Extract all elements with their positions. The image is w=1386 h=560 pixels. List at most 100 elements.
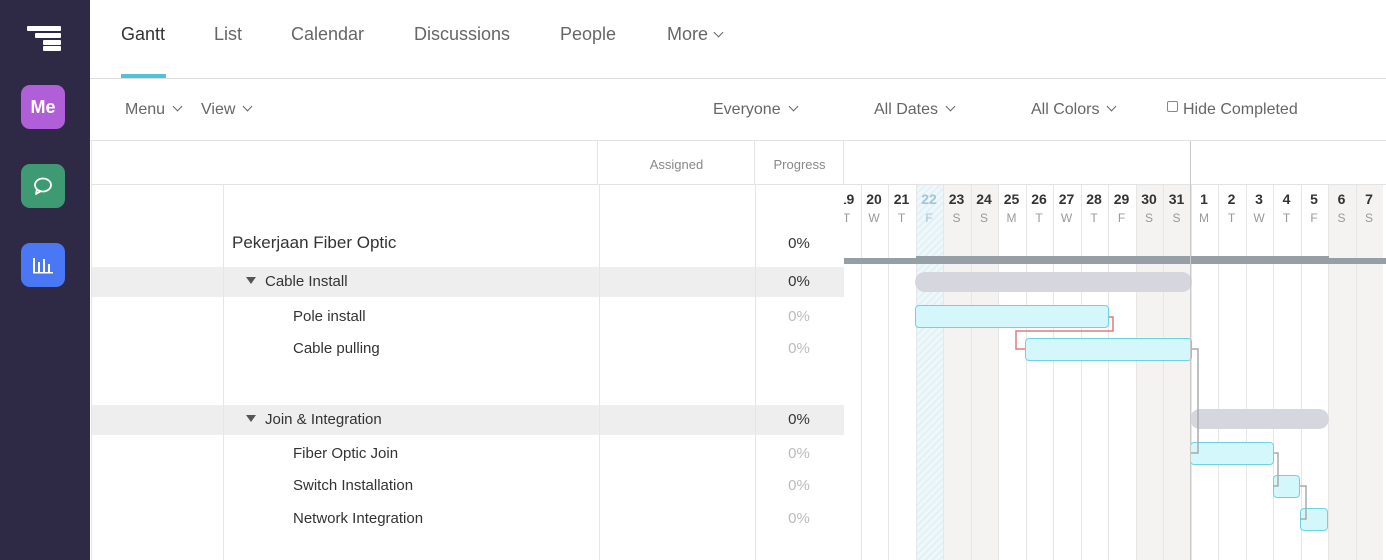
discussions-button[interactable] [21, 164, 65, 208]
group-progress: 0% [788, 411, 810, 428]
task-progress[interactable]: 0% [756, 477, 842, 494]
collapse-triangle-icon[interactable] [246, 277, 256, 284]
day-letter: T [844, 211, 851, 225]
day-number: 3 [1255, 191, 1263, 207]
tab-list[interactable]: List [214, 24, 242, 45]
column-divider [223, 185, 224, 560]
tab-calendar[interactable]: Calendar [291, 24, 364, 45]
tab-people[interactable]: People [560, 24, 616, 45]
day-letter: W [1253, 211, 1265, 225]
tab-gantt[interactable]: Gantt [121, 24, 165, 45]
day-letter: M [1006, 211, 1017, 225]
day-letter: F [1310, 211, 1318, 225]
view-tabs: Gantt List Calendar Discussions People M… [90, 0, 1386, 79]
tab-more-label: More [667, 24, 709, 44]
day-number: 6 [1337, 191, 1346, 207]
group-name: Join & Integration [265, 411, 382, 428]
day-number: 5 [1310, 191, 1318, 207]
day-letter: F [925, 211, 933, 225]
colors-filter[interactable]: All Colors [1031, 101, 1117, 119]
day-number: 20 [866, 191, 882, 207]
menu-dropdown[interactable]: Menu [125, 101, 183, 119]
tab-more[interactable]: More [667, 24, 724, 45]
group-progress: 0% [788, 273, 810, 290]
view-dropdown[interactable]: View [201, 101, 253, 119]
reports-button[interactable] [21, 243, 65, 287]
day-letter: T [1035, 211, 1043, 225]
dates-filter[interactable]: All Dates [874, 101, 956, 119]
column-divider [597, 141, 598, 185]
task-name[interactable]: Fiber Optic Join [293, 445, 398, 462]
task-progress[interactable]: 0% [756, 445, 842, 462]
menu-label: Menu [125, 101, 166, 118]
day-letter: F [1117, 211, 1126, 225]
progress-column-header[interactable]: Progress [755, 157, 844, 172]
day-letter: S [979, 211, 988, 225]
day-letter: S [1364, 211, 1373, 225]
day-number: 25 [1003, 191, 1020, 207]
day-letter: T [1282, 211, 1291, 225]
task-name[interactable]: Pole install [293, 308, 366, 325]
day-letter: S [952, 211, 961, 225]
hide-completed-checkbox[interactable] [1167, 101, 1178, 112]
hide-completed-label: Hide Completed [1183, 101, 1298, 118]
day-letter: W [1060, 211, 1073, 225]
grid-header: Assigned Progress [92, 141, 844, 185]
teamgantt-logo-icon[interactable] [27, 26, 61, 52]
column-divider [599, 185, 600, 560]
day-letter: W [868, 211, 880, 225]
task-name[interactable]: Network Integration [293, 510, 423, 527]
project-name[interactable]: Pekerjaan Fiber Optic [232, 233, 396, 253]
colors-label: All Colors [1031, 101, 1100, 118]
day-number: 27 [1058, 191, 1075, 207]
dates-label: All Dates [874, 101, 939, 118]
day-letter: M [1199, 211, 1209, 225]
day-letter: S [1172, 211, 1181, 225]
day-number: 2 [1227, 191, 1236, 207]
day-number: 29 [1113, 191, 1130, 207]
collapse-triangle-icon[interactable] [246, 415, 256, 422]
chevron-down-icon [788, 101, 799, 112]
everyone-filter[interactable]: Everyone [713, 101, 799, 119]
tab-discussions[interactable]: Discussions [414, 24, 510, 45]
active-tab-indicator [121, 74, 166, 78]
grid-left-border [91, 141, 92, 560]
chevron-down-icon [242, 101, 253, 112]
day-letter: T [1090, 211, 1098, 225]
chevron-down-icon [713, 27, 724, 38]
assigned-column-header[interactable]: Assigned [598, 157, 755, 172]
group-row-join-integration[interactable]: Join & Integration [246, 411, 382, 428]
day-number: 24 [976, 191, 992, 207]
group-row-band [92, 267, 844, 297]
day-number: 21 [893, 191, 910, 207]
day-letter: T [897, 211, 906, 225]
group-name: Cable Install [265, 273, 348, 290]
day-letter: S [1337, 211, 1346, 225]
day-number: 7 [1365, 191, 1373, 207]
task-progress[interactable]: 0% [756, 340, 842, 357]
left-rail: Me [0, 0, 90, 560]
task-progress[interactable]: 0% [756, 308, 842, 325]
day-number: 26 [1031, 191, 1047, 207]
me-label: Me [30, 96, 56, 117]
task-progress[interactable]: 0% [756, 510, 842, 527]
view-label: View [201, 101, 236, 118]
gantt-timeline[interactable]: 19T20W21T22F23S24S25M26T27W28T29F30S31S1… [844, 141, 1386, 560]
gantt-toolbar: Menu View Everyone All Dates All Colors … [90, 79, 1386, 141]
group-row-cable-install[interactable]: Cable Install [246, 273, 348, 290]
me-button[interactable]: Me [21, 85, 65, 129]
task-name[interactable]: Cable pulling [293, 340, 380, 357]
day-number: 23 [948, 191, 965, 207]
chevron-down-icon [945, 101, 956, 112]
group-row-band [92, 405, 844, 435]
chat-bubble-icon [34, 177, 52, 195]
everyone-label: Everyone [713, 101, 781, 118]
app: Me Gantt List Calendar Discussions Peopl… [0, 0, 1386, 560]
project-progress: 0% [788, 235, 810, 252]
day-number: 1 [1200, 191, 1208, 207]
task-name[interactable]: Switch Installation [293, 477, 413, 494]
day-number: 30 [1141, 191, 1157, 207]
bar-chart-icon [33, 258, 53, 274]
column-divider [754, 141, 755, 185]
hide-completed-toggle[interactable]: Hide Completed [1167, 101, 1298, 119]
